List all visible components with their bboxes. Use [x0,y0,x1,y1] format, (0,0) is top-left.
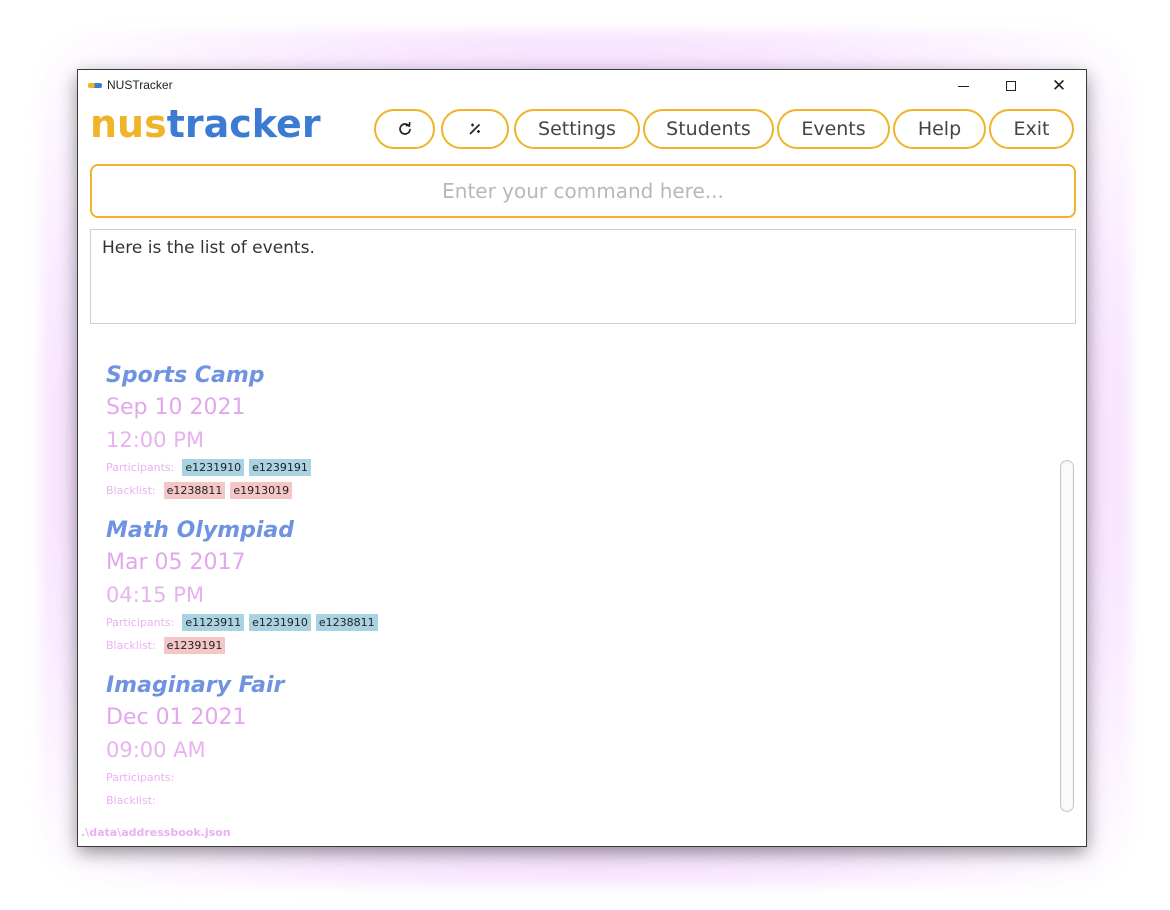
participants-row: Participants: e1123911 e1231910 e1238811 [106,611,383,634]
blacklist-tag: e1239191 [163,637,226,654]
result-display: Here is the list of events. [90,229,1076,324]
app-icon [88,83,102,88]
command-box [90,164,1076,218]
refresh-button[interactable] [374,109,435,149]
blacklist-row: Blacklist: e1239191 [106,634,383,657]
blacklist-tag: e1913019 [230,482,293,499]
blacklist-tag: e1238811 [163,482,226,499]
event-date: Mar 05 2017 [106,550,246,575]
blacklist-label: Blacklist: [106,639,156,652]
app-window: NUSTracker ✕ nustracker Settings Student… [78,70,1086,846]
event-time: 09:00 AM [106,738,206,762]
help-button[interactable]: Help [893,109,986,149]
event-list-scrollbar[interactable] [1060,460,1074,812]
minimize-icon [957,85,969,87]
participants-label: Participants: [106,771,175,784]
event-name: Sports Camp [106,363,265,388]
status-bar-path: .\data\addressbook.json [81,826,231,839]
event-card[interactable]: Imaginary Fair Dec 01 2021 09:00 AM Part… [106,670,284,812]
event-date: Sep 10 2021 [106,395,246,420]
close-button[interactable]: ✕ [1036,74,1082,98]
magic-wand-button[interactable] [441,109,509,149]
students-button[interactable]: Students [643,109,774,149]
magic-wand-icon [469,123,480,135]
participants-row: Participants: [106,766,284,789]
close-icon: ✕ [1051,76,1067,96]
participants-label: Participants: [106,616,175,629]
participant-tag: e1239191 [249,459,311,476]
window-title: NUSTracker [107,78,173,92]
app-logo: nustracker [90,102,321,150]
blacklist-label: Blacklist: [106,484,156,497]
maximize-icon [1006,81,1016,91]
participants-row: Participants: e1231910 e1239191 [106,456,316,479]
blacklist-row: Blacklist: e1238811 e1913019 [106,479,316,502]
participants-label: Participants: [106,461,175,474]
participant-tag: e1231910 [182,459,245,476]
result-text: Here is the list of events. [102,238,315,258]
exit-button[interactable]: Exit [989,109,1074,149]
event-time: 12:00 PM [106,428,204,452]
minimize-button[interactable] [940,74,986,98]
maximize-button[interactable] [988,74,1034,98]
blacklist-label: Blacklist: [106,794,156,807]
event-card[interactable]: Sports Camp Sep 10 2021 12:00 PM Partici… [106,360,316,502]
settings-button[interactable]: Settings [514,109,640,149]
participant-tag: e1238811 [315,614,378,631]
blacklist-row: Blacklist: [106,789,284,812]
participant-tag: e1231910 [249,614,311,631]
event-card[interactable]: Math Olympiad Mar 05 2017 04:15 PM Parti… [106,515,383,657]
logo-nus: nus [90,102,167,146]
event-date: Dec 01 2021 [106,705,247,730]
command-input[interactable] [92,166,1074,216]
title-bar[interactable]: NUSTracker ✕ [78,70,1086,102]
event-name: Math Olympiad [106,518,294,543]
refresh-icon [398,122,411,135]
participant-tag: e1123911 [182,614,245,631]
event-time: 04:15 PM [106,583,204,607]
event-name: Imaginary Fair [106,673,285,698]
events-button[interactable]: Events [777,109,890,149]
logo-tracker: tracker [166,102,321,146]
event-list[interactable]: Sports Camp Sep 10 2021 12:00 PM Partici… [90,340,1076,820]
